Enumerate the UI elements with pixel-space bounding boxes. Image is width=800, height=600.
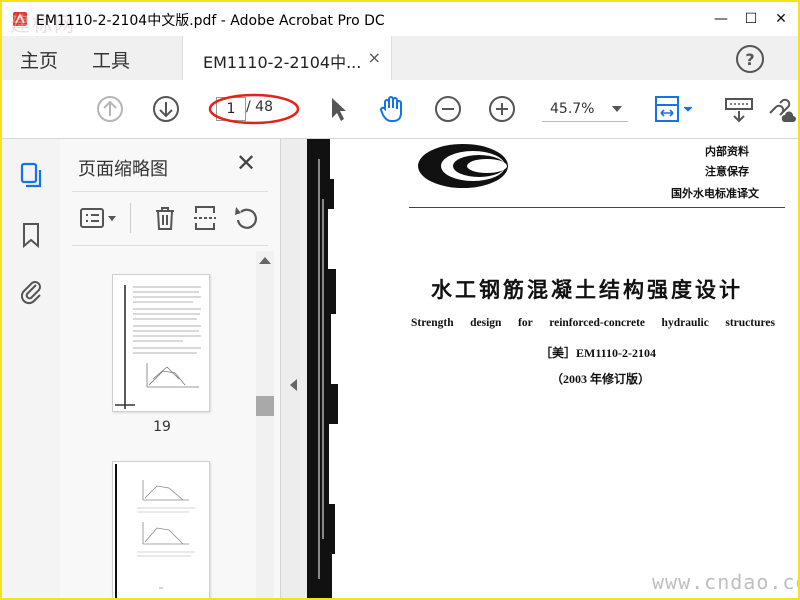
extract-pages-icon[interactable]: [190, 203, 220, 233]
document-tab-label: EM1110-2-2104中...: [203, 53, 362, 72]
header-rule: [409, 207, 785, 208]
bookmark-icon[interactable]: [17, 221, 45, 249]
divider: [72, 191, 268, 192]
page-thumbnails-icon[interactable]: [17, 161, 45, 189]
minimize-button[interactable]: —: [708, 6, 734, 32]
maximize-button[interactable]: ☐: [738, 6, 764, 32]
close-panel-button[interactable]: ✕: [236, 149, 256, 177]
panel-collapse-strip[interactable]: [281, 139, 307, 598]
tab-bar: 主页 工具 EM1110-2-2104中... × ?: [2, 36, 798, 81]
trash-icon[interactable]: [150, 203, 180, 233]
title-word: hydraulic: [661, 317, 709, 329]
zoom-value: 45.7%: [550, 101, 595, 117]
document-code: ［美］EM1110-2-2104: [540, 346, 656, 360]
thumbnail-scrollbar[interactable]: [256, 251, 274, 598]
arrow-up-circle-icon[interactable]: [94, 93, 126, 125]
publisher-logo: [418, 144, 508, 188]
panel-toolbar: [72, 201, 268, 237]
side-note: 注意保存: [705, 165, 749, 178]
fit-page-icon[interactable]: [652, 93, 698, 125]
chevron-down-icon: [612, 106, 622, 112]
red-annotation-ellipse: [208, 93, 300, 125]
scan-edge-artifact: [307, 139, 339, 598]
main-toolbar: 1 / 48 45.7%: [2, 80, 798, 139]
thumbnail-page-number: 19: [153, 419, 171, 435]
page-thumbnails-panel: 页面缩略图 ✕ 19: [60, 139, 281, 598]
side-note: 内部资料: [705, 145, 749, 158]
help-button[interactable]: ?: [736, 45, 764, 73]
arrow-down-circle-icon[interactable]: [150, 93, 182, 125]
divider: [130, 203, 131, 233]
hand-tool-icon[interactable]: [376, 93, 408, 125]
attachment-icon[interactable]: [17, 277, 45, 305]
title-word: for: [518, 317, 533, 329]
title-word: design: [470, 317, 502, 329]
document-edition: （2003 年修订版）: [551, 372, 651, 386]
collapse-arrow-icon[interactable]: [290, 379, 297, 391]
close-tab-button[interactable]: ×: [368, 48, 381, 67]
tab-document[interactable]: EM1110-2-2104中... ×: [182, 36, 392, 81]
title-word: reinforced-concrete: [549, 317, 646, 329]
options-menu-icon[interactable]: [78, 203, 120, 233]
tab-home[interactable]: 主页: [20, 46, 58, 73]
scroll-mode-icon[interactable]: [722, 93, 756, 125]
window-title: EM1110-2-2104中文版.pdf - Adobe Acrobat Pro…: [36, 13, 385, 29]
page-thumbnail[interactable]: [112, 461, 210, 600]
page-thumbnail[interactable]: [112, 274, 210, 412]
zoom-in-icon[interactable]: [486, 93, 518, 125]
document-title-cn: 水工钢筋混凝土结构强度设计: [431, 277, 743, 302]
title-word: structures: [725, 317, 775, 329]
side-note: 国外水电标准译文: [671, 187, 759, 200]
select-cursor-icon[interactable]: [322, 93, 354, 125]
zoom-select[interactable]: 45.7%: [542, 97, 628, 122]
divider: [72, 245, 268, 246]
rotate-icon[interactable]: [232, 203, 262, 233]
tab-tools[interactable]: 工具: [92, 46, 130, 73]
zoom-out-icon[interactable]: [432, 93, 464, 125]
scroll-thumb[interactable]: [256, 396, 274, 416]
panel-title: 页面缩略图: [78, 159, 168, 180]
title-word: Strength: [411, 317, 454, 329]
close-window-button[interactable]: ✕: [768, 6, 794, 32]
title-bar: 建标网 EM1110-2-2104中文版.pdf - Adobe Acrobat…: [2, 2, 798, 36]
navigation-rail: [2, 139, 61, 598]
document-title-en: Strength design for reinforced-concrete …: [411, 317, 775, 329]
link-cloud-icon[interactable]: [764, 93, 798, 125]
site-watermark: www.cndao.com: [652, 570, 798, 594]
acrobat-window: 建标网 EM1110-2-2104中文版.pdf - Adobe Acrobat…: [0, 0, 800, 600]
document-view[interactable]: 内部资料 注意保存 国外水电标准译文 水工钢筋混凝土结构强度设计 Strengt…: [307, 139, 798, 598]
scroll-up-arrow-icon[interactable]: [259, 257, 271, 264]
